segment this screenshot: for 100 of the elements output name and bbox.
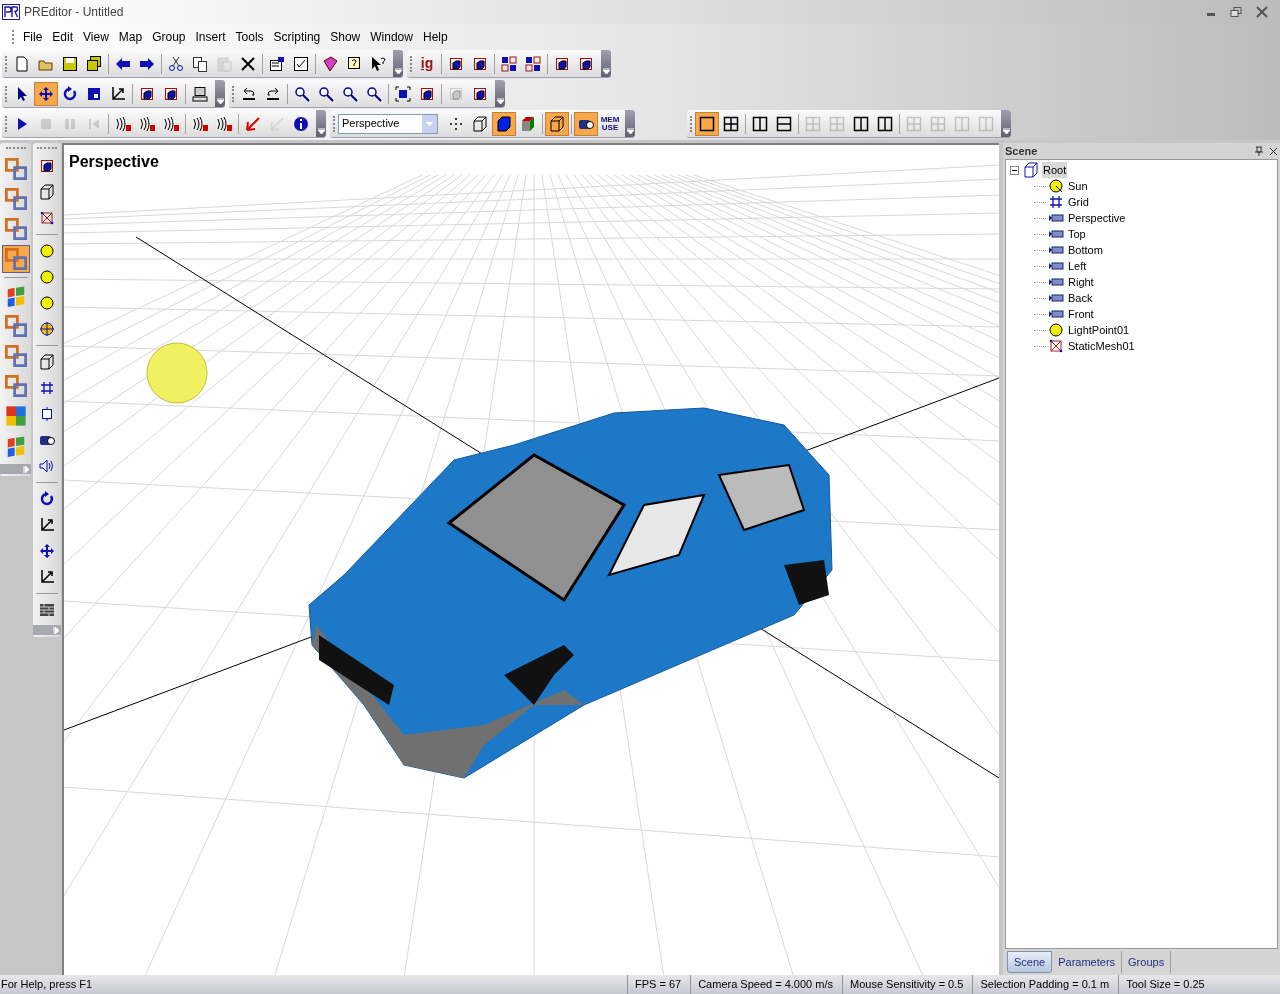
cube-icon [554,55,570,72]
tree-item[interactable]: Root [1042,161,1068,179]
cube-icon [448,55,464,72]
mesh-icon [39,210,55,226]
toolbar-overflow-button[interactable] [495,80,505,107]
close-button[interactable] [1256,6,1268,18]
light-sphere [146,342,208,404]
menu-item[interactable]: Window [365,28,418,46]
tree-item[interactable]: Bottom [1067,241,1104,259]
cubes-icon [501,55,517,72]
split-view-icon [877,115,893,132]
chevron-down-icon [426,121,433,126]
quad-view-icon [930,115,946,132]
blocks-icon [4,315,27,337]
solid-cube-icon [496,115,512,132]
wireframe-cube-icon [39,184,55,200]
view-dropdown[interactable]: Perspective [338,113,438,134]
chevron-down-icon [602,68,610,74]
split-view-icon [853,115,869,132]
clipboard-icon [216,55,232,72]
wireframe-cube-icon [39,354,55,370]
quad-view-icon [805,115,821,132]
diagonal-arrow-icon [39,517,55,533]
light-bulb-icon [39,243,55,259]
menu-item[interactable]: Scripting [268,28,326,46]
magnifier-icon [318,85,334,102]
menu-item[interactable]: Map [113,28,148,46]
pin-icon[interactable] [1255,146,1263,156]
toolbar-button[interactable] [545,111,569,136]
collapse-toggle-icon[interactable] [1010,165,1019,175]
restore-button[interactable] [1230,7,1242,17]
chevron-down-icon [394,68,402,74]
light-bulb-icon [1048,322,1064,338]
cubes-icon [525,55,541,72]
cube-icon [163,85,179,102]
tab[interactable]: Groups [1122,951,1172,973]
sound-waves-icon [115,115,131,132]
tree-item[interactable]: Perspective [1067,209,1127,227]
menu-item[interactable]: Tools [230,28,269,46]
viewport-panel[interactable]: Perspective [62,143,999,975]
tab[interactable]: Scene [1007,951,1053,973]
toolbar-overflow-button[interactable] [215,80,225,107]
cube-icon [139,85,155,102]
computer-icon [192,85,208,102]
menu-item[interactable]: View [78,28,114,46]
arrow-icon [245,115,261,132]
grid-icon [1048,194,1064,210]
toolbar-button[interactable] [492,111,516,136]
toolbar-overflow-button[interactable] [601,50,611,77]
tree-item[interactable]: Back [1067,289,1094,307]
tab[interactable]: Parameters [1052,951,1123,973]
blocks-icon [4,218,27,240]
blocks-icon [4,248,27,270]
cube-icon [39,158,55,174]
toolbar-overflow-button[interactable] [316,110,326,137]
toolbar-button[interactable] [34,81,58,106]
move-arrows-icon [38,85,54,102]
frame-icon [39,406,55,422]
points-icon [448,115,464,132]
toolbar-overflow-button[interactable] [393,50,403,77]
menu-item[interactable]: Edit [47,28,79,46]
split-view-icon [752,115,768,132]
menu-item[interactable]: File [18,28,48,46]
toolbar-button[interactable]: ig [415,51,439,76]
close-button[interactable] [1269,146,1278,156]
magnifier-icon [366,85,382,102]
toolbar-button[interactable]: MEM USE [598,111,622,136]
diagonal-arrow-icon [39,569,55,585]
chevron-right-icon [53,626,59,634]
tree-item[interactable]: Right [1067,273,1095,291]
speaker-icon [39,458,55,474]
tree-item[interactable]: Sun [1067,177,1089,195]
light-bulb-icon [39,269,55,285]
mesh-icon [1048,338,1064,354]
pointer-help-icon [370,55,386,72]
toolbar-overflow-button[interactable] [625,110,635,137]
menu-item[interactable]: Group [147,28,191,46]
quad-view-icon [906,115,922,132]
split-view-icon [978,115,994,132]
toolbar-button[interactable] [695,111,719,136]
square-icon [86,85,102,102]
redo-icon [265,85,281,102]
toolbar-overflow-button[interactable] [1001,110,1011,137]
tree-item[interactable]: Top [1067,225,1087,243]
blocks-icon [4,188,27,210]
fit-icon [395,85,411,102]
panel-title: Scene [1005,143,1038,159]
menu-item[interactable]: Show [325,28,366,46]
tree-item[interactable]: StaticMesh01 [1067,337,1136,355]
sun-icon [1048,178,1064,194]
tree-item[interactable]: Left [1067,257,1088,275]
status-field: Camera Speed = 4.000 m/s [690,975,840,994]
menu-item[interactable]: Insert [190,28,231,46]
menu-item[interactable]: Help [417,28,453,46]
magnifier-icon [294,85,310,102]
tree-item[interactable]: Grid [1067,193,1090,211]
toolbar-button[interactable] [574,111,598,136]
cube-icon [419,85,435,102]
tree-item[interactable]: Front [1067,305,1095,323]
tree-item[interactable]: LightPoint01 [1067,321,1131,339]
